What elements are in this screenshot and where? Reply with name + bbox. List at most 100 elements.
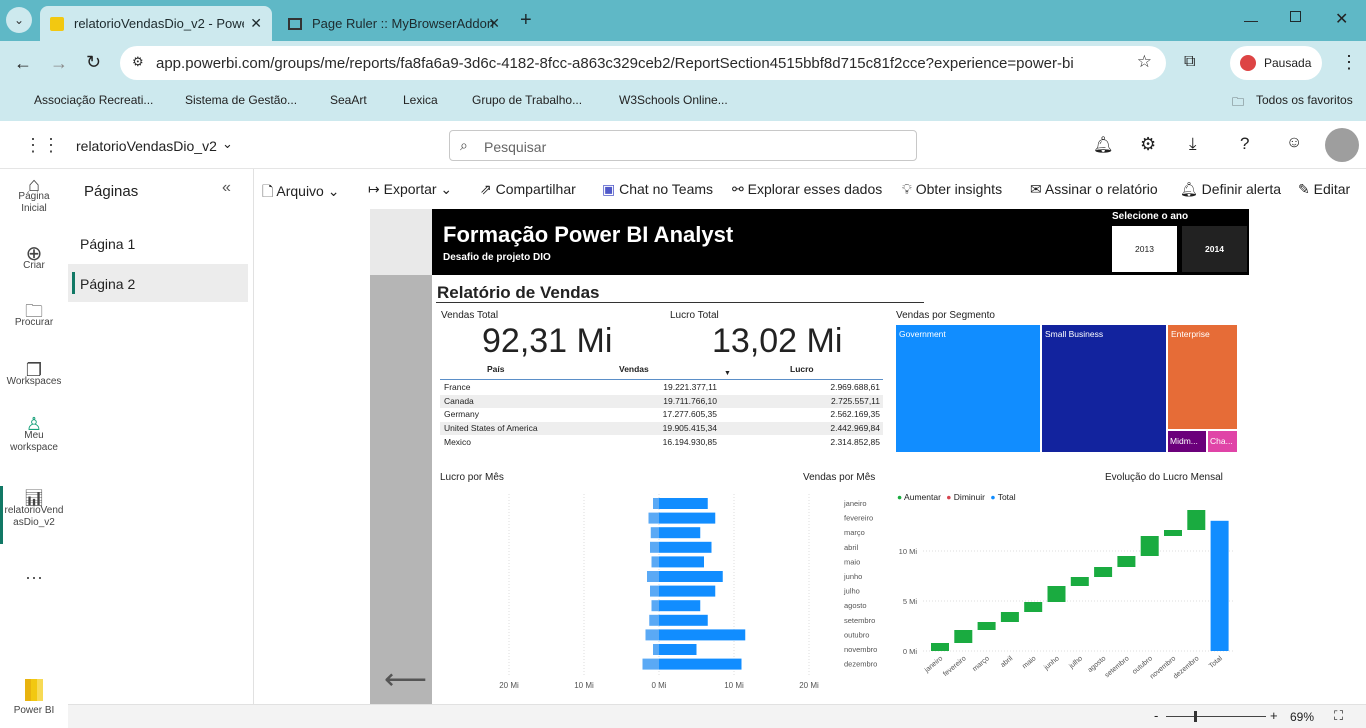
nav-powerbi[interactable]: Power BI [0, 679, 68, 717]
treemap-government[interactable]: Government [896, 325, 1040, 452]
forward-icon[interactable]: → [50, 53, 68, 74]
treemap-channel[interactable]: Cha... [1208, 431, 1237, 452]
y-tick-label: 10 Mi [899, 547, 918, 556]
table-header-profit[interactable]: Lucro [790, 364, 814, 374]
bookmarks-bar: Associação Recreati... Sistema de Gestão… [0, 87, 1366, 114]
alert-button[interactable]: 🔔︎ Definir alerta [1180, 181, 1281, 198]
teams-button[interactable]: ▣ Chat no Teams [602, 181, 713, 198]
legend-label: Total [997, 492, 1016, 502]
star-icon[interactable]: ☆ [1137, 52, 1152, 72]
close-window-icon[interactable]: ✕ [1335, 9, 1348, 29]
nav-home[interactable]: ⌂ Página Inicial [0, 175, 68, 215]
waterfall-title: Evolução do Lucro Mensal [1105, 472, 1223, 483]
search-input[interactable]: ⌕ Pesquisar [449, 130, 917, 161]
zoom-slider[interactable] [1166, 716, 1266, 717]
bookmark-item[interactable]: Lexica [403, 93, 438, 107]
page-label: Página 2 [80, 276, 136, 292]
insights-button[interactable]: 💡︎ Obter insights [902, 181, 1002, 198]
minimize-icon[interactable]: — [1244, 12, 1258, 28]
reload-icon[interactable]: ↻ [86, 52, 101, 73]
extensions-icon[interactable]: ⧉ [1184, 53, 1195, 71]
report-subtitle: Desafio de projeto DIO [443, 252, 551, 263]
sort-icon[interactable]: ▼ [724, 370, 731, 377]
table-header-country[interactable]: País [487, 364, 505, 374]
page-item-2[interactable]: Página 2 [68, 264, 248, 302]
feedback-icon[interactable]: ☺ [1286, 134, 1302, 152]
sales-bar [659, 498, 708, 509]
chevron-down-icon[interactable]: ⌄ [222, 136, 233, 152]
table-row[interactable]: Germany 17.277.605,35 2.562.169,35 [440, 408, 883, 421]
treemap-enterprise[interactable]: Enterprise [1168, 325, 1237, 429]
file-menu[interactable]: 🗋 Arquivo ⌄ [262, 181, 339, 205]
segment-label: Enterprise [1171, 329, 1210, 339]
close-icon[interactable]: ✕ [250, 15, 262, 32]
table-row[interactable]: United States of America 19.905.415,34 2.4… [440, 422, 883, 436]
tab-search-button[interactable]: ⌄ [6, 7, 32, 33]
menu-icon[interactable]: ⋮ [1340, 52, 1358, 73]
powerbi-logo-icon [25, 679, 43, 701]
treemap-midmarket[interactable]: Midm... [1168, 431, 1206, 452]
export-menu[interactable]: ↦ Exportar ⌄ [368, 181, 452, 198]
table-cell: 2.442.969,84 [830, 423, 880, 434]
share-button[interactable]: ⇗ Compartilhar [480, 181, 576, 198]
bookmark-item-all[interactable]: Todos os favoritos [1256, 93, 1353, 107]
table-row[interactable]: Canada 19.711.766,10 2.725.557,11 [440, 394, 883, 408]
avatar[interactable] [1325, 128, 1359, 162]
zoom-in-icon[interactable]: + [1270, 708, 1278, 723]
bookmark-item[interactable]: SeaArt [330, 93, 367, 107]
nav-my-workspace[interactable]: ♙ Meu workspace [0, 415, 68, 454]
app-launcher-icon[interactable]: ⋮⋮ [24, 135, 60, 156]
teams-label: Chat no Teams [619, 181, 714, 197]
report-name[interactable]: relatorioVendasDio_v2 [76, 138, 217, 154]
new-tab-button[interactable]: + [520, 9, 532, 32]
bookmark-item[interactable]: Associação Recreati... [34, 93, 153, 107]
table-header-sales[interactable]: Vendas [619, 364, 649, 374]
table-row[interactable]: France 19.221.377,11 2.969.688,61 [440, 381, 883, 394]
nav-create[interactable]: ⊕ Criar [0, 244, 68, 272]
browser-tab-strip: ⌄ relatorioVendasDio_v2 - Power ✕ Page R… [0, 0, 1366, 41]
bookmark-item[interactable]: Grupo de Trabalho... [472, 93, 582, 107]
close-icon[interactable]: ✕ [488, 15, 500, 32]
more-icon[interactable]: ··· [0, 568, 68, 586]
subscribe-button[interactable]: ✉ Assinar o relatório [1030, 181, 1158, 198]
tab-powerbi[interactable]: relatorioVendasDio_v2 - Power ✕ [40, 6, 272, 41]
waterfall-bar [1024, 602, 1043, 612]
edit-button[interactable]: ✎ Editar [1298, 181, 1350, 198]
zoom-thumb[interactable] [1194, 711, 1197, 722]
nav-browse[interactable]: 🗀 Procurar [0, 302, 68, 329]
sales-bar [659, 527, 701, 539]
back-icon[interactable]: ← [14, 53, 32, 74]
year-label: 2013 [1135, 244, 1154, 254]
site-settings-icon[interactable]: ⚙ [132, 54, 144, 70]
fit-page-icon[interactable]: ⛶ [1334, 708, 1343, 724]
gear-icon[interactable]: ⚙ [1140, 134, 1156, 155]
year-2014-button[interactable]: 2014 [1182, 226, 1247, 272]
zoom-out-icon[interactable]: - [1154, 708, 1158, 723]
segment-label: Cha... [1210, 436, 1233, 446]
nav-label: Procurar [14, 317, 54, 328]
download-icon[interactable]: ⤓ [1189, 134, 1197, 154]
nav-label: Página Inicial [18, 191, 50, 214]
report-left-band-top [370, 209, 432, 275]
year-2013-button[interactable]: 2013 [1112, 226, 1177, 272]
waterfall-bar [1187, 510, 1206, 530]
profile-button[interactable]: Pausada [1230, 46, 1322, 80]
help-icon[interactable]: ? [1240, 134, 1249, 154]
bell-icon[interactable]: 🔔︎ [1093, 135, 1113, 155]
nav-report[interactable]: 📊︎ relatorioVendasDio_v2 [0, 491, 68, 529]
bookmark-item[interactable]: Sistema de Gestão... [185, 93, 297, 107]
explore-button[interactable]: ⚯ Explorar esses dados [732, 181, 882, 198]
back-arrow-icon[interactable]: ⟵ [384, 662, 427, 697]
page-item-1[interactable]: Página 1 [68, 227, 248, 259]
tab-page-ruler[interactable]: Page Ruler :: MyBrowserAddon ✕ [278, 6, 510, 41]
treemap-small-business[interactable]: Small Business [1042, 325, 1166, 452]
bookmark-item[interactable]: W3Schools Online... [619, 93, 728, 107]
table-row[interactable]: Mexico 16.194.930,85 2.314.852,85 [440, 436, 883, 449]
collapse-icon[interactable]: « [222, 179, 231, 197]
tab-title: relatorioVendasDio_v2 - Power [74, 16, 244, 31]
restore-icon[interactable] [1290, 11, 1301, 22]
url-input[interactable]: ⚙ app.powerbi.com/groups/me/reports/fa8f… [120, 46, 1166, 80]
sales-bar [659, 512, 716, 524]
nav-workspaces[interactable]: ❐ Workspaces [0, 361, 68, 388]
legend-label: Aumentar [904, 492, 941, 502]
